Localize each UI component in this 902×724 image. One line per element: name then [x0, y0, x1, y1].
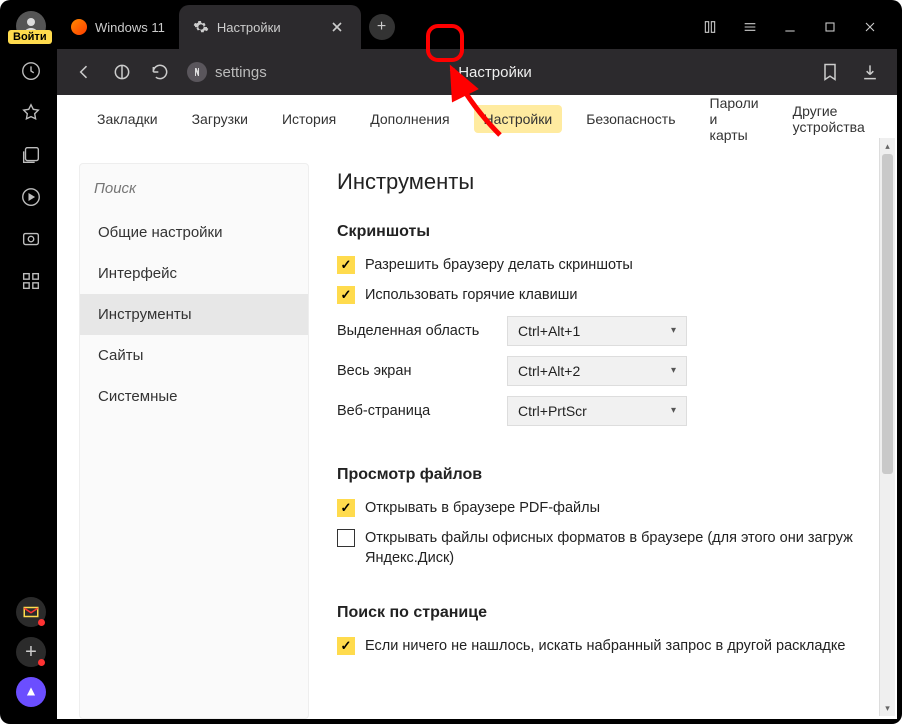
- titlebar: Windows 11 Настройки +: [57, 5, 897, 49]
- tab-windows11[interactable]: Windows 11: [57, 5, 179, 49]
- checkbox-use-hotkeys[interactable]: [337, 286, 355, 304]
- tab-label: Windows 11: [95, 20, 165, 35]
- search-input[interactable]: [94, 180, 294, 197]
- subtab-bookmarks[interactable]: Закладки: [87, 105, 168, 133]
- label-open-pdf: Открывать в браузере PDF-файлы: [365, 498, 600, 518]
- reader-icon[interactable]: [701, 18, 719, 36]
- chevron-down-icon: ▾: [671, 405, 676, 416]
- settings-subtabs: Закладки Загрузки История Дополнения Нас…: [57, 95, 897, 143]
- yandex-favicon: [71, 19, 87, 35]
- chevron-down-icon: ▾: [671, 325, 676, 336]
- gear-icon: [193, 19, 209, 35]
- nav-item-tools[interactable]: Инструменты: [80, 294, 308, 335]
- address-field[interactable]: settings Настройки: [187, 62, 803, 82]
- section-viewer-title: Просмотр файлов: [337, 466, 897, 484]
- tab-label: Настройки: [217, 20, 281, 35]
- download-icon[interactable]: [859, 61, 881, 83]
- checkbox-open-pdf[interactable]: [337, 499, 355, 517]
- scroll-down-arrow[interactable]: ▾: [880, 700, 895, 716]
- checkbox-open-office[interactable]: [337, 529, 355, 547]
- subtab-downloads[interactable]: Загрузки: [182, 105, 258, 133]
- history-icon[interactable]: [19, 59, 43, 83]
- add-button[interactable]: +: [16, 637, 46, 667]
- scroll-thumb[interactable]: [882, 154, 893, 474]
- vertical-scrollbar[interactable]: ▴ ▾: [879, 138, 895, 716]
- apps-icon[interactable]: [19, 269, 43, 293]
- hotkey-label-webpage: Веб-страница: [337, 403, 507, 419]
- nav-item-interface[interactable]: Интерфейс: [80, 253, 308, 294]
- nav-item-system[interactable]: Системные: [80, 376, 308, 417]
- tab-close-button[interactable]: [327, 17, 347, 37]
- checkbox-allow-screenshots[interactable]: [337, 256, 355, 274]
- address-bar: settings Настройки: [57, 49, 897, 95]
- hotkey-select-fullscreen[interactable]: Ctrl+Alt+2▾: [507, 356, 687, 386]
- checkbox-search-layout[interactable]: [337, 637, 355, 655]
- settings-nav: Общие настройки Интерфейс Инструменты Са…: [79, 163, 309, 719]
- subtab-devices[interactable]: Другие устройства: [783, 97, 875, 141]
- subtab-security[interactable]: Безопасность: [576, 105, 685, 133]
- label-search-layout: Если ничего не нашлось, искать набранный…: [365, 636, 845, 656]
- mail-icon[interactable]: [16, 597, 46, 627]
- hotkey-label-fullscreen: Весь экран: [337, 363, 507, 379]
- subtab-history[interactable]: История: [272, 105, 346, 133]
- hotkey-label-selection: Выделенная область: [337, 323, 507, 339]
- section-screenshots-title: Скриншоты: [337, 223, 897, 241]
- main-column: Windows 11 Настройки +: [57, 5, 897, 719]
- play-icon[interactable]: [19, 185, 43, 209]
- collections-icon[interactable]: [19, 143, 43, 167]
- subtab-settings[interactable]: Настройки: [474, 105, 563, 133]
- label-allow-screenshots: Разрешить браузеру делать скриншоты: [365, 255, 633, 275]
- back-button[interactable]: [73, 61, 95, 83]
- site-icon: [187, 62, 207, 82]
- alice-icon[interactable]: [16, 677, 46, 707]
- nav-item-sites[interactable]: Сайты: [80, 335, 308, 376]
- hotkey-select-selection[interactable]: Ctrl+Alt+1▾: [507, 316, 687, 346]
- login-badge[interactable]: Войти: [8, 30, 52, 44]
- bookmark-icon[interactable]: [819, 61, 841, 83]
- settings-body: Инструменты Скриншоты Разрешить браузеру…: [331, 163, 897, 719]
- browser-sidebar: Войти +: [5, 5, 57, 719]
- subtab-addons[interactable]: Дополнения: [360, 105, 459, 133]
- scroll-up-arrow[interactable]: ▴: [880, 138, 895, 154]
- close-window-button[interactable]: [861, 18, 879, 36]
- label-open-office: Открывать файлы офисных форматов в брауз…: [365, 528, 853, 569]
- url-text: settings: [215, 64, 267, 81]
- tab-settings[interactable]: Настройки: [179, 5, 361, 49]
- settings-content: Общие настройки Интерфейс Инструменты Са…: [57, 143, 897, 719]
- hotkey-select-webpage[interactable]: Ctrl+PrtScr▾: [507, 396, 687, 426]
- settings-heading: Инструменты: [337, 169, 897, 195]
- maximize-button[interactable]: [821, 18, 839, 36]
- chevron-down-icon: ▾: [671, 365, 676, 376]
- page-title: Настройки: [187, 64, 803, 81]
- settings-search[interactable]: [80, 164, 308, 212]
- section-pagesearch-title: Поиск по странице: [337, 604, 897, 622]
- subtab-passwords[interactable]: Пароли и карты: [700, 89, 769, 149]
- bookmarks-icon[interactable]: [19, 101, 43, 125]
- reload-button[interactable]: [149, 61, 171, 83]
- refresh-split-icon[interactable]: [111, 61, 133, 83]
- menu-icon[interactable]: [741, 18, 759, 36]
- minimize-button[interactable]: [781, 18, 799, 36]
- new-tab-button[interactable]: +: [369, 14, 395, 40]
- screenshot-icon[interactable]: [19, 227, 43, 251]
- nav-item-general[interactable]: Общие настройки: [80, 212, 308, 253]
- label-use-hotkeys: Использовать горячие клавиши: [365, 285, 577, 305]
